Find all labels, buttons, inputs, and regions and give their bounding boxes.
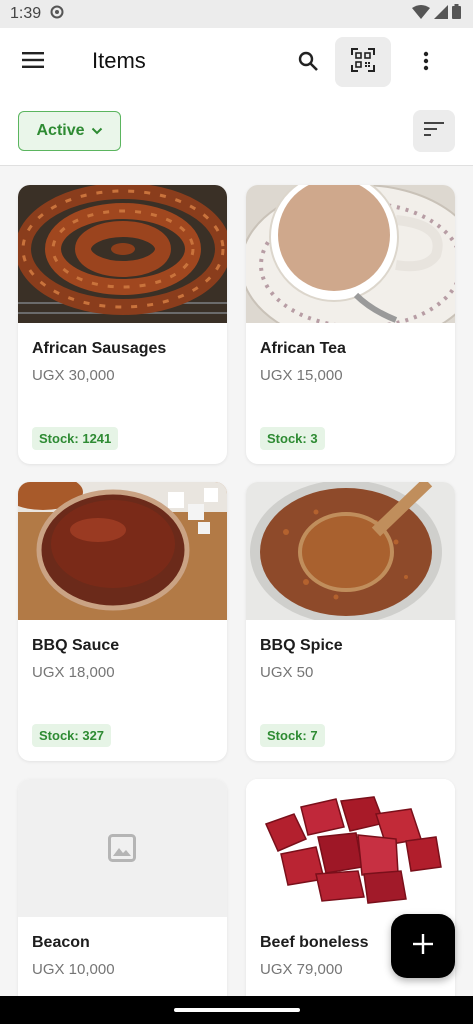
status-time: 1:39 [10, 5, 42, 22]
system-navigation-bar [0, 996, 473, 1024]
stock-badge: Stock: 3 [260, 427, 325, 450]
item-card[interactable]: BBQ Spice UGX 50 Stock: 7 [246, 482, 455, 761]
item-image-tea [246, 185, 455, 323]
item-price: UGX 79,000 [260, 961, 343, 978]
item-card[interactable]: Beacon UGX 10,000 [18, 779, 227, 996]
search-icon [298, 51, 318, 76]
wifi-icon [412, 4, 430, 24]
item-image-placeholder [18, 779, 227, 917]
sort-icon [424, 121, 444, 141]
item-image-sausage [18, 185, 227, 323]
barcode-scan-button[interactable] [335, 37, 391, 87]
item-name: BBQ Spice [260, 637, 343, 654]
item-name: African Tea [260, 340, 346, 357]
item-grid: African Sausages UGX 30,000 Stock: 1241 … [0, 166, 473, 996]
home-gesture-handle[interactable] [174, 1008, 300, 1012]
item-name: African Sausages [32, 340, 167, 357]
item-image-bbq-spice [246, 482, 455, 620]
add-item-button[interactable] [391, 914, 455, 978]
chevron-down-icon [91, 122, 103, 140]
plus-icon [413, 933, 433, 959]
item-name: Beacon [32, 934, 90, 951]
item-price: UGX 10,000 [32, 961, 115, 978]
item-image-bbq-sauce [18, 482, 227, 620]
more-options-button[interactable] [408, 45, 444, 81]
sort-button[interactable] [413, 110, 455, 152]
more-vert-icon [423, 51, 429, 76]
item-price: UGX 30,000 [32, 367, 115, 384]
settings-status-icon [49, 4, 65, 25]
item-name: Beef boneless [260, 934, 369, 951]
item-card[interactable]: African Sausages UGX 30,000 Stock: 1241 [18, 185, 227, 464]
stock-badge: Stock: 7 [260, 724, 325, 747]
stock-badge: Stock: 1241 [32, 427, 119, 450]
menu-button[interactable] [22, 45, 70, 79]
item-image-beef [246, 779, 455, 917]
item-card[interactable]: BBQ Sauce UGX 18,000 Stock: 327 [18, 482, 227, 761]
signal-icon [434, 4, 448, 24]
status-filter-dropdown[interactable]: Active [18, 111, 121, 151]
search-button[interactable] [290, 45, 326, 81]
hamburger-menu-icon [22, 51, 44, 73]
image-placeholder-icon [108, 834, 136, 867]
filter-row: Active [0, 96, 473, 166]
status-bar: 1:39 [0, 0, 473, 28]
stock-badge: Stock: 327 [32, 724, 112, 747]
qr-scan-icon [351, 47, 375, 77]
battery-icon [452, 4, 461, 24]
app-bar: Items [0, 28, 473, 96]
filter-label: Active [36, 122, 85, 139]
item-card[interactable]: African Tea UGX 15,000 Stock: 3 [246, 185, 455, 464]
item-price: UGX 50 [260, 664, 314, 681]
item-name: BBQ Sauce [32, 637, 120, 654]
item-price: UGX 18,000 [32, 664, 115, 681]
page-title: Items [92, 48, 146, 73]
item-price: UGX 15,000 [260, 367, 343, 384]
